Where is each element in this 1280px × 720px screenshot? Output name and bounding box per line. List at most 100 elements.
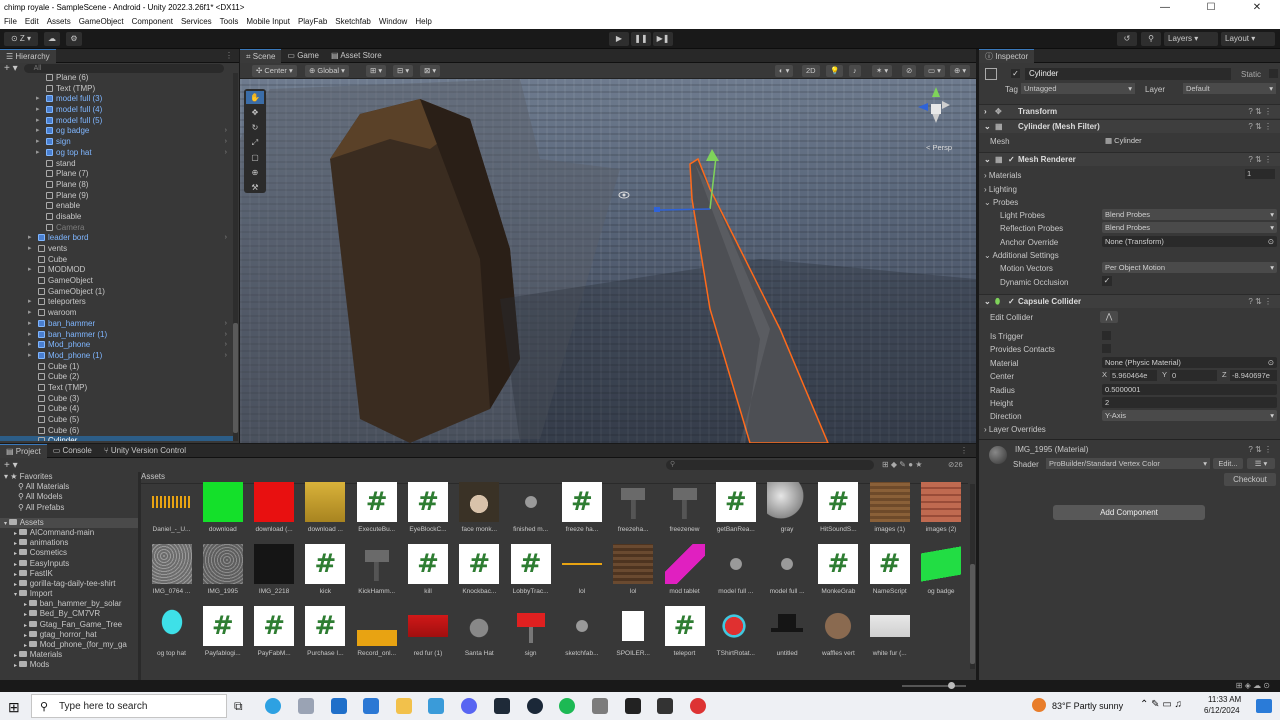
app-icon-1[interactable] [298,698,314,714]
asset-item[interactable]: lol [556,544,607,604]
expand-arrow-icon[interactable]: ▸ [36,105,40,116]
asset-item[interactable]: Record_onl... [351,606,402,666]
hierarchy-item[interactable]: Cube (2) [0,372,233,383]
rotate-tool-icon[interactable]: ↻ [246,121,264,134]
transform-header[interactable]: Transform › ✥? ⇅ ⋮ [979,104,1280,118]
hierarchy-item[interactable]: Plane (8) [0,180,233,191]
folder-item[interactable]: ▾ Assets [0,517,138,528]
asset-item[interactable]: # NameScript [864,544,915,604]
folder-item[interactable]: ▸ ban_hammer_by_solar [0,599,138,609]
layout-dropdown[interactable]: Layout ▾ [1221,32,1275,46]
hierarchy-search-input[interactable]: All [23,63,224,73]
tab-game[interactable]: ▭ Game [281,49,325,63]
is-trigger-checkbox[interactable] [1102,331,1111,340]
expand-arrow-icon[interactable]: ▸ [36,126,40,137]
app-icon-3[interactable] [494,698,510,714]
steam-icon[interactable] [527,698,543,714]
expand-arrow-icon[interactable]: ▸ [36,137,40,148]
folder-arrow-icon[interactable]: ▸ [14,572,19,578]
shader-edit-button[interactable]: Edit... [1213,458,1243,469]
history-icon[interactable]: ↺ [1117,32,1137,46]
camera-settings-icon[interactable]: ▭ ▾ [924,65,945,77]
asset-item[interactable]: Santa Hat [454,606,505,666]
hierarchy-item[interactable]: Text (TMP) [0,84,233,95]
prefab-open-icon[interactable]: › [225,340,227,351]
asset-item[interactable]: # freeze ha... [556,482,607,542]
folder-arrow-icon[interactable]: ▸ [14,663,19,669]
light-probes-dropdown[interactable]: Blend Probes ▾ [1102,209,1277,220]
folder-arrow-icon[interactable]: ▸ [24,612,29,618]
asset-item[interactable]: untitled [762,606,813,666]
asset-item[interactable]: gray [762,482,813,542]
expand-arrow-icon[interactable]: ▸ [28,319,32,330]
tab-version-control[interactable]: ⑂ Unity Version Control [98,444,192,458]
tab-asset-store[interactable]: ▤ Asset Store [325,49,388,63]
hierarchy-item[interactable]: stand [0,159,233,170]
folder-arrow-icon[interactable]: ▾ [4,521,9,527]
asset-item[interactable]: waffles vert [813,606,864,666]
asset-item[interactable]: freezeha... [608,482,659,542]
capsule-menu-icon[interactable]: ? ⇅ ⋮ [1248,295,1272,309]
app-icon-2[interactable] [428,698,444,714]
hierarchy-item[interactable]: ▸ sign › [0,137,233,148]
hierarchy-item[interactable]: GameObject (1) [0,287,233,298]
hierarchy-item[interactable]: ▸ vents [0,244,233,255]
prefab-open-icon[interactable]: › [225,148,227,159]
asset-item[interactable]: download (... [249,482,300,542]
hierarchy-item[interactable]: ▸ ban_hammer › [0,319,233,330]
center-x-field[interactable]: 5.960464e [1110,370,1157,381]
static-checkbox[interactable] [1269,69,1278,78]
folder-item[interactable]: ▸ Cosmetics [0,548,138,558]
folder-arrow-icon[interactable]: ▸ [24,602,29,608]
probes-foldout[interactable]: ⌄ Probes [984,198,1018,207]
folder-arrow-icon[interactable]: ▸ [14,653,19,659]
expand-arrow-icon[interactable]: ▸ [28,265,32,276]
hierarchy-item[interactable]: ▸ Mod_phone (1) › [0,351,233,362]
expand-arrow-icon[interactable]: ▸ [28,244,32,255]
component-menu-icon[interactable]: ? ⇅ ⋮ [1248,105,1272,119]
folder-arrow-icon[interactable]: ▸ [14,531,19,537]
object-name-field[interactable]: Cylinder [1025,68,1231,80]
pause-button[interactable]: ❚❚ [631,32,651,46]
hierarchy-item[interactable]: Plane (7) [0,169,233,180]
asset-item[interactable]: # teleport [659,606,710,666]
center-y-field[interactable]: 0 [1170,370,1217,381]
asset-item[interactable]: SPOILER... [608,606,659,666]
hierarchy-item[interactable]: Cube (6) [0,426,233,437]
prefab-open-icon[interactable]: › [225,126,227,137]
asset-item[interactable]: Daniel_-_U... [146,482,197,542]
hierarchy-item[interactable]: ▸ model full (3) [0,94,233,105]
folder-arrow-icon[interactable]: ▸ [14,562,19,568]
add-icon[interactable]: + ▾ [4,63,18,74]
add-component-button[interactable]: Add Component [1053,505,1205,520]
hierarchy-item[interactable]: ▸ ban_hammer (1) › [0,330,233,341]
asset-item[interactable]: # HitSoundS... [813,482,864,542]
menu-item-assets[interactable]: Assets [43,15,75,29]
snap-increment-icon[interactable]: ⊟ ▾ [393,65,414,77]
additional-settings-foldout[interactable]: ⌄ Additional Settings [984,251,1059,260]
hierarchy-item[interactable]: ▸ model full (5) [0,116,233,127]
menu-item-services[interactable]: Services [177,15,216,29]
mesh-renderer-menu-icon[interactable]: ? ⇅ ⋮ [1248,153,1272,167]
expand-arrow-icon[interactable]: ▸ [28,340,32,351]
tab-inspector[interactable]: ⓘ Inspector [979,48,1035,63]
shader-dropdown[interactable]: ProBuilder/Standard Vertex Color ▾ [1046,458,1210,469]
dynamic-occlusion-checkbox[interactable]: ✓ [1102,276,1112,286]
hierarchy-item[interactable]: ▸ model full (4) [0,105,233,116]
hierarchy-scrollbar[interactable] [233,73,238,441]
file-explorer-icon[interactable] [396,698,412,714]
asset-item[interactable]: KickHamm... [351,544,402,604]
discord-icon[interactable] [461,698,477,714]
expand-arrow-icon[interactable]: ▸ [28,351,32,362]
mesh-field[interactable]: ▦ Cylinder [1102,135,1277,146]
tab-hierarchy[interactable]: ☰ Hierarchy [0,48,56,63]
material-menu-icon[interactable]: ? ⇅ ⋮ [1248,445,1272,454]
asset-item[interactable]: white fur (... [864,606,915,666]
mail-icon[interactable] [331,698,347,714]
mesh-filter-menu-icon[interactable]: ? ⇅ ⋮ [1248,120,1272,134]
asset-item[interactable]: red fur (1) [403,606,454,666]
direction-dropdown[interactable]: Y-Axis ▾ [1102,410,1277,421]
folder-item[interactable]: ▸ FastIK [0,569,138,579]
hierarchy-item[interactable]: enable [0,201,233,212]
asset-item[interactable]: finished m... [505,482,556,542]
